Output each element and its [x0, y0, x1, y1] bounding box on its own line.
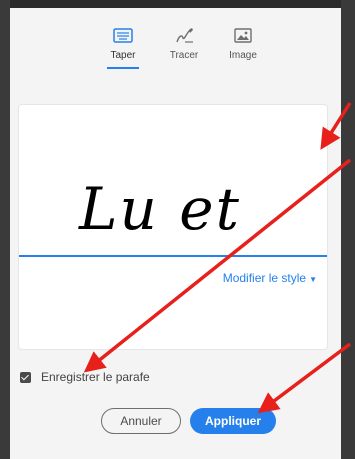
chevron-down-icon: ▼ [309, 275, 317, 284]
save-initials-label: Enregistrer le parafe [41, 370, 150, 384]
tab-taper[interactable]: Taper [98, 26, 148, 69]
signature-area[interactable]: Lu et Modifier le style ▼ [18, 104, 328, 350]
tab-tracer-label: Tracer [169, 50, 199, 61]
change-style-label: Modifier le style [222, 271, 307, 285]
image-icon [234, 28, 252, 43]
signature-baseline [19, 255, 327, 257]
signature-dialog: Taper Tracer Image Lu et Modifier le sty… [10, 8, 341, 459]
save-initials-checkbox[interactable] [20, 371, 31, 383]
pen-draw-icon [176, 28, 193, 43]
apply-button[interactable]: Appliquer [190, 408, 276, 434]
change-style-link[interactable]: Modifier le style ▼ [223, 271, 317, 285]
tab-tracer[interactable]: Tracer [159, 26, 209, 61]
backdrop-left [0, 0, 10, 459]
save-initials-row: Enregistrer le parafe [20, 369, 150, 385]
tab-taper-label: Taper [110, 50, 136, 61]
tab-image-label: Image [229, 50, 257, 61]
cancel-button[interactable]: Annuler [101, 408, 181, 434]
window-top-bar [0, 0, 355, 8]
signature-mode-tabs: Taper Tracer Image [10, 26, 341, 76]
keyboard-icon [113, 28, 133, 43]
signature-preview: Lu et [79, 175, 241, 243]
backdrop-right [341, 0, 355, 459]
tab-image[interactable]: Image [218, 26, 268, 61]
